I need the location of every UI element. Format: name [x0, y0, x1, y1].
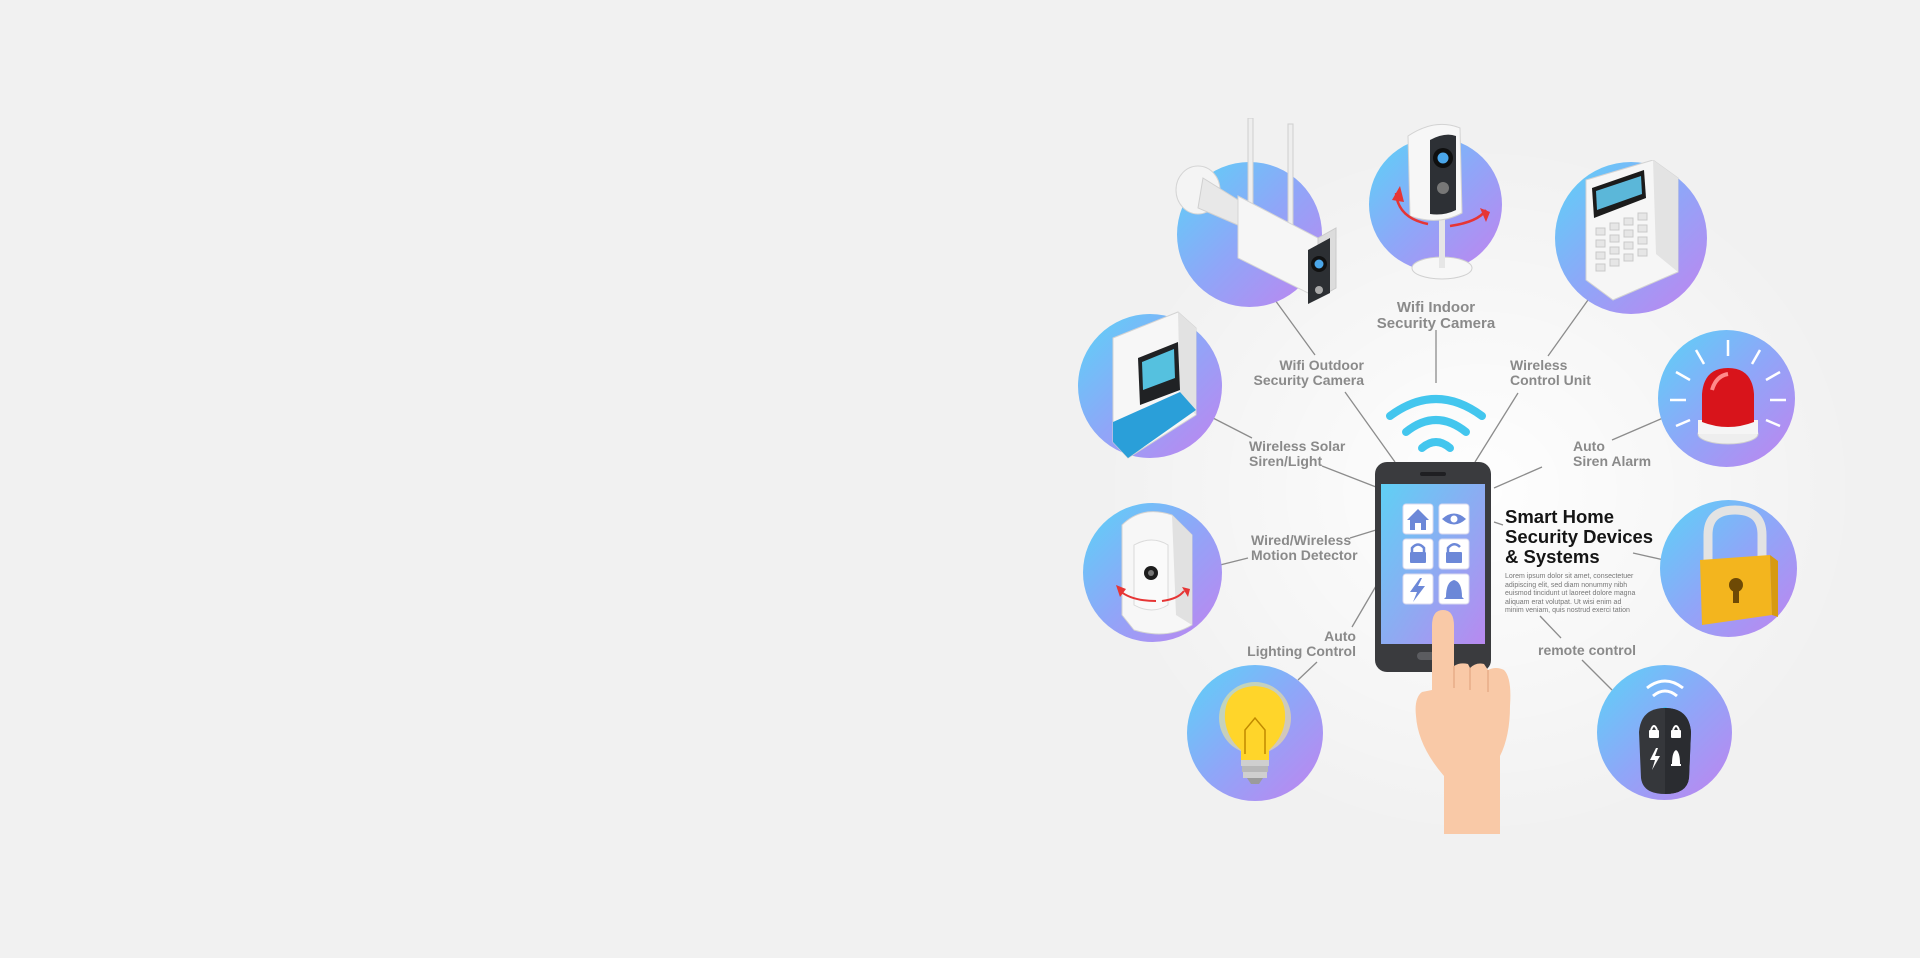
- wifi-icon: [1386, 395, 1486, 452]
- infographic: Wifi Outdoor Security Camera Wifi Indoor S…: [0, 0, 1920, 958]
- connector-lighting: [1297, 661, 1318, 681]
- connector-lines: [1212, 299, 1665, 691]
- connector-motion-detector: [1219, 557, 1249, 566]
- label-solar-siren: Wireless Solar Siren/Light: [1249, 438, 1346, 469]
- unlock-icon: [1446, 552, 1462, 563]
- connector-siren-alarm: [1611, 417, 1664, 441]
- lock-icon: [1410, 552, 1426, 563]
- connector-solar-siren: [1212, 417, 1253, 439]
- connector-remote: [1581, 659, 1613, 691]
- indoor-camera-icon: [1392, 123, 1490, 280]
- title-block: Smart Home Security Devices & Systems Lo…: [1505, 507, 1665, 616]
- solar-siren-icon: [1112, 311, 1197, 459]
- padlock-icon: [1700, 505, 1778, 625]
- label-motion-detector: Wired/Wireless Motion Detector: [1251, 532, 1358, 563]
- control-unit-icon: [1585, 160, 1679, 301]
- motion-detector-icon: [1116, 511, 1193, 635]
- label-siren-alarm: Auto Siren Alarm: [1573, 438, 1652, 469]
- main-title: Smart Home Security Devices & Systems: [1505, 506, 1654, 567]
- outdoor-camera-icon: [1175, 118, 1337, 304]
- body-text: Lorem ipsum dolor sit amet, consectetuer…: [1505, 573, 1636, 614]
- label-outdoor-camera: Wifi Outdoor Security Camera: [1253, 357, 1364, 388]
- connector-remote-2: [1539, 615, 1562, 639]
- label-remote-control: remote control: [1538, 642, 1637, 658]
- connector-siren-alarm-2: [1493, 466, 1543, 489]
- label-indoor-camera: Wifi Indoor Security Camera: [1376, 299, 1496, 332]
- hand-pointer: [1415, 610, 1511, 834]
- light-bulb-icon: [1219, 682, 1291, 784]
- connector-lock-2: [1493, 521, 1504, 526]
- connector-control-unit: [1547, 299, 1589, 357]
- phone-app-grid: [1402, 503, 1470, 605]
- connector-solar-siren-2: [1321, 465, 1377, 488]
- remote-control-icon: [1639, 679, 1691, 794]
- label-control-unit: Wireless Control Unit: [1510, 357, 1591, 388]
- label-lighting-control: Auto Lighting Control: [1247, 628, 1356, 659]
